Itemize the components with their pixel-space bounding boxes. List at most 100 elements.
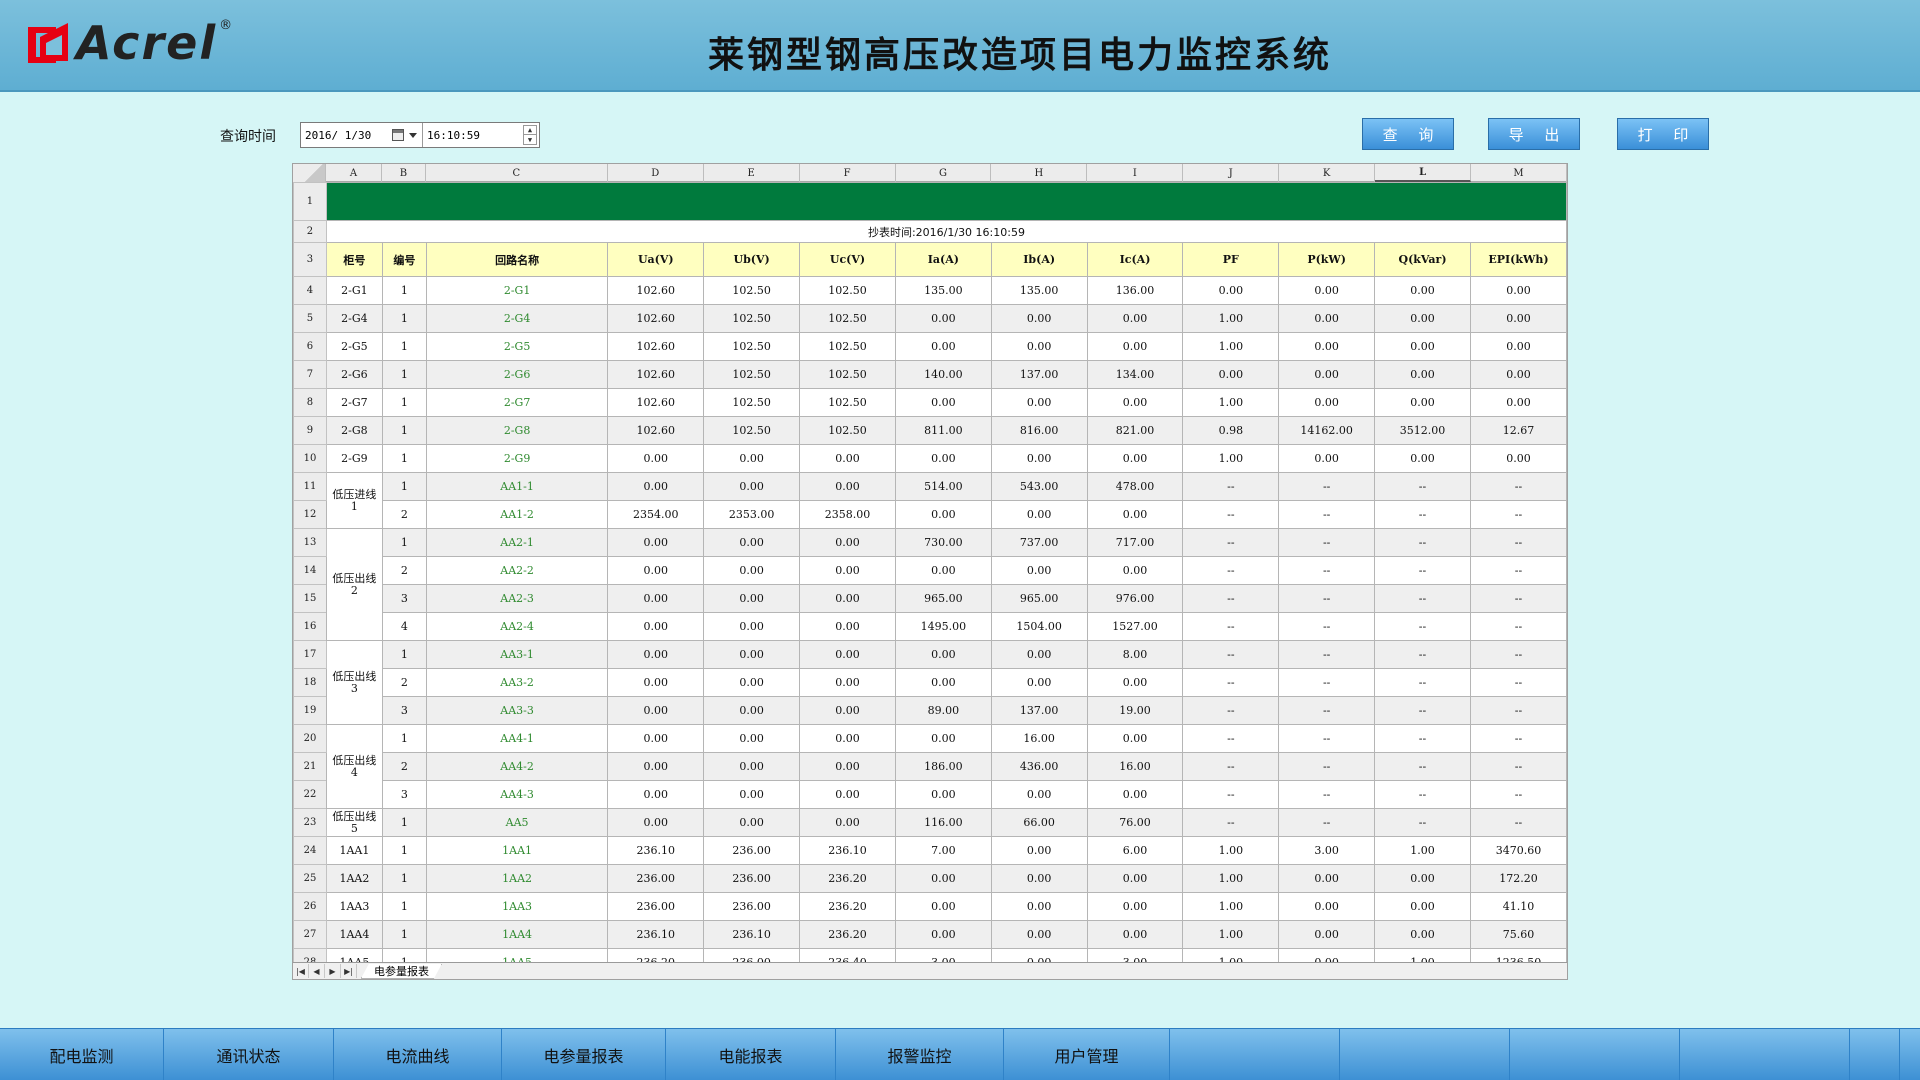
table-cell[interactable]: 12.67	[1469, 416, 1567, 445]
table-cell[interactable]: 14162.00	[1278, 416, 1376, 445]
table-cell[interactable]: 41.10	[1469, 892, 1567, 921]
table-cell[interactable]: --	[1182, 472, 1280, 501]
date-field[interactable]: 2016/ 1/30	[301, 123, 423, 147]
table-cell[interactable]: 102.50	[799, 304, 896, 333]
table-cell[interactable]: 0.00	[894, 388, 992, 417]
column-header-c[interactable]: C	[426, 164, 608, 182]
table-cell[interactable]: 236.00	[607, 892, 705, 921]
table-row[interactable]: 21 2 AA4-2 0.00 0.00 0.00 186.00 436.00 16.00 -- -…	[293, 752, 1567, 781]
table-row[interactable]: 17 低压出线3 1 AA3-1 0.00 0.00 0.00 0.00 0.00 8.00 -- -…	[293, 640, 1567, 725]
table-cell[interactable]: 965.00	[894, 584, 992, 613]
table-row[interactable]: 14 2 AA2-2 0.00 0.00 0.00 0.00 0.00 0.00 -- -- -- --	[293, 556, 1567, 585]
table-cell[interactable]: 737.00	[990, 528, 1088, 557]
table-cell[interactable]: 89.00	[894, 696, 992, 725]
column-header-i[interactable]: I	[1087, 164, 1184, 182]
sheet-tab-power-params[interactable]: 电参量报表	[361, 964, 442, 979]
table-cell[interactable]: 0.00	[990, 388, 1088, 417]
table-cell[interactable]: 1	[381, 304, 427, 333]
table-cell[interactable]: --	[1182, 584, 1280, 613]
row-header[interactable]: 13	[293, 528, 327, 557]
nav-item[interactable]: 用户管理	[1004, 1029, 1170, 1080]
table-cell[interactable]: --	[1182, 668, 1280, 697]
table-cell[interactable]: --	[1469, 752, 1567, 781]
table-cell[interactable]: 0.00	[1469, 276, 1567, 305]
table-cell[interactable]: 102.60	[607, 360, 705, 389]
table-cell[interactable]: 102.60	[607, 276, 705, 305]
table-cell[interactable]: 102.50	[799, 360, 896, 389]
row-header[interactable]: 20	[293, 724, 327, 753]
table-cell[interactable]: --	[1182, 500, 1280, 529]
table-cell[interactable]: --	[1278, 668, 1376, 697]
table-cell[interactable]: 2353.00	[703, 500, 801, 529]
table-cell[interactable]: 低压出线4	[325, 724, 383, 809]
table-cell[interactable]: --	[1469, 640, 1567, 669]
table-cell[interactable]: 66.00	[990, 808, 1088, 837]
table-cell[interactable]: 186.00	[894, 752, 992, 781]
table-cell[interactable]: 0.00	[1278, 444, 1376, 473]
table-cell[interactable]: --	[1182, 808, 1280, 837]
table-cell[interactable]: 0.00	[1182, 276, 1280, 305]
table-cell[interactable]: 0.00	[799, 752, 896, 781]
table-cell[interactable]: --	[1374, 528, 1471, 557]
table-row[interactable]: 25 1AA2 1 1AA2 236.00 236.00 236.20 0.00 0.00 0.0…	[293, 864, 1567, 893]
table-cell[interactable]: 0.00	[990, 864, 1088, 893]
table-cell[interactable]: 172.20	[1469, 864, 1567, 893]
table-cell[interactable]: 102.50	[703, 416, 801, 445]
table-cell[interactable]: 730.00	[894, 528, 992, 557]
table-cell[interactable]: 0.00	[894, 668, 992, 697]
table-cell[interactable]: 4	[381, 612, 427, 641]
table-cell[interactable]: 0.00	[1374, 360, 1471, 389]
table-cell[interactable]: AA2-4	[425, 612, 609, 641]
row-header[interactable]: 19	[293, 696, 327, 725]
table-cell[interactable]: --	[1182, 752, 1280, 781]
table-cell[interactable]: 2	[381, 500, 427, 529]
table-cell[interactable]: 2-G4	[425, 304, 609, 333]
table-cell[interactable]: --	[1374, 500, 1471, 529]
table-cell[interactable]: 1	[381, 444, 427, 473]
table-cell[interactable]: 0.00	[799, 808, 896, 837]
table-cell[interactable]: AA3-3	[425, 696, 609, 725]
row-header[interactable]: 22	[293, 780, 327, 809]
table-cell[interactable]: 2-G7	[425, 388, 609, 417]
table-cell[interactable]: 0.00	[1469, 332, 1567, 361]
row-header[interactable]: 24	[293, 836, 327, 865]
nav-item[interactable]: 电参量报表	[502, 1029, 666, 1080]
table-cell[interactable]: 0.00	[1374, 892, 1471, 921]
table-cell[interactable]: 102.50	[703, 332, 801, 361]
last-sheet-icon[interactable]: ▶|	[341, 964, 357, 978]
next-sheet-icon[interactable]: ▶	[325, 964, 341, 978]
table-row[interactable]: 23 低压出线5 1 AA5 0.00 0.00 0.00 116.00 66.00 76.00-…	[293, 808, 1567, 837]
query-datetime-picker[interactable]: 2016/ 1/30 16:10:59 ▲ ▼	[300, 122, 540, 148]
table-cell[interactable]: 低压出线5	[325, 808, 383, 837]
table-cell[interactable]: 1	[381, 724, 427, 753]
table-cell[interactable]: --	[1469, 780, 1567, 809]
table-cell[interactable]: 1.00	[1182, 836, 1280, 865]
table-cell[interactable]: 543.00	[990, 472, 1088, 501]
table-cell[interactable]: AA5	[425, 808, 609, 837]
table-cell[interactable]: 0.00	[1278, 332, 1376, 361]
table-cell[interactable]: 514.00	[894, 472, 992, 501]
table-cell[interactable]: 478.00	[1086, 472, 1184, 501]
table-cell[interactable]: 8.00	[1086, 640, 1184, 669]
table-cell[interactable]: 1.00	[1182, 864, 1280, 893]
row-header[interactable]: 18	[293, 668, 327, 697]
table-row[interactable]: 19 3 AA3-3 0.00 0.00 0.00 89.00 137.00 19.00 -- --…	[293, 696, 1567, 725]
table-cell[interactable]: 0.00	[703, 724, 801, 753]
table-cell[interactable]: 75.60	[1469, 920, 1567, 949]
table-cell[interactable]: 102.50	[799, 416, 896, 445]
table-cell[interactable]: 0.00	[990, 556, 1088, 585]
table-cell[interactable]: 0.00	[1086, 556, 1184, 585]
table-cell[interactable]: 102.50	[703, 388, 801, 417]
nav-item[interactable]: 电能报表	[666, 1029, 836, 1080]
table-cell[interactable]: 116.00	[894, 808, 992, 837]
table-cell[interactable]: 436.00	[990, 752, 1088, 781]
table-cell[interactable]: --	[1278, 696, 1376, 725]
table-cell[interactable]: 236.20	[799, 864, 896, 893]
table-cell[interactable]: 1.00	[1374, 836, 1471, 865]
table-cell[interactable]: 821.00	[1086, 416, 1184, 445]
table-cell[interactable]: 236.00	[703, 864, 801, 893]
table-cell[interactable]: 0.00	[799, 556, 896, 585]
column-header-k[interactable]: K	[1279, 164, 1376, 182]
table-cell[interactable]: 0.00	[1278, 892, 1376, 921]
table-cell[interactable]: 0.00	[703, 668, 801, 697]
